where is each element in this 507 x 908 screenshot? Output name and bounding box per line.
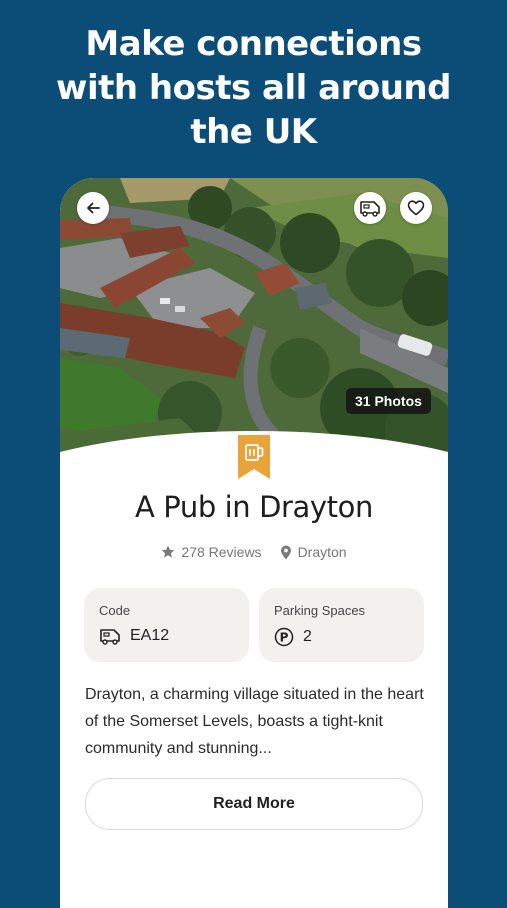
- headline: Make connections with hosts all around t…: [0, 22, 507, 154]
- reviews-link[interactable]: 278 Reviews: [161, 544, 262, 560]
- listing-meta: 278 Reviews Drayton: [60, 544, 448, 560]
- read-more-button[interactable]: Read More: [85, 778, 423, 830]
- parking-icon: P: [274, 627, 294, 647]
- motorhome-icon: [360, 201, 380, 217]
- parking-value: 2: [303, 628, 312, 645]
- parking-label: Parking Spaces: [274, 603, 366, 618]
- favourite-button[interactable]: [400, 192, 432, 224]
- heart-icon: [407, 200, 425, 216]
- category-ribbon: [238, 435, 270, 479]
- svg-text:P: P: [280, 630, 289, 644]
- motorhome-icon: [100, 629, 120, 645]
- headline-line-2: with hosts all around: [56, 68, 451, 108]
- phone-screen: 31 Photos A Pub in Drayton 278 Reviews D…: [60, 178, 448, 908]
- map-pin-icon: [280, 545, 291, 559]
- code-label: Code: [99, 603, 131, 618]
- photos-count-badge[interactable]: 31 Photos: [346, 388, 431, 414]
- star-icon: [162, 545, 175, 558]
- location-text: Drayton: [297, 544, 347, 560]
- parking-card: Parking Spaces P 2: [259, 588, 424, 662]
- headline-line-1: Make connections: [85, 24, 422, 64]
- code-value: EA12: [130, 627, 170, 644]
- listing-title: A Pub in Drayton: [135, 490, 373, 524]
- location-link[interactable]: Drayton: [280, 544, 347, 560]
- headline-line-3: the UK: [190, 112, 317, 152]
- listing-description: Drayton, a charming village situated in …: [85, 686, 424, 757]
- back-button[interactable]: [77, 192, 109, 224]
- reviews-count: 278 Reviews: [181, 544, 262, 560]
- code-card: Code EA12: [84, 588, 249, 662]
- arrow-left-icon: [87, 202, 100, 214]
- motorhome-button[interactable]: [354, 192, 386, 224]
